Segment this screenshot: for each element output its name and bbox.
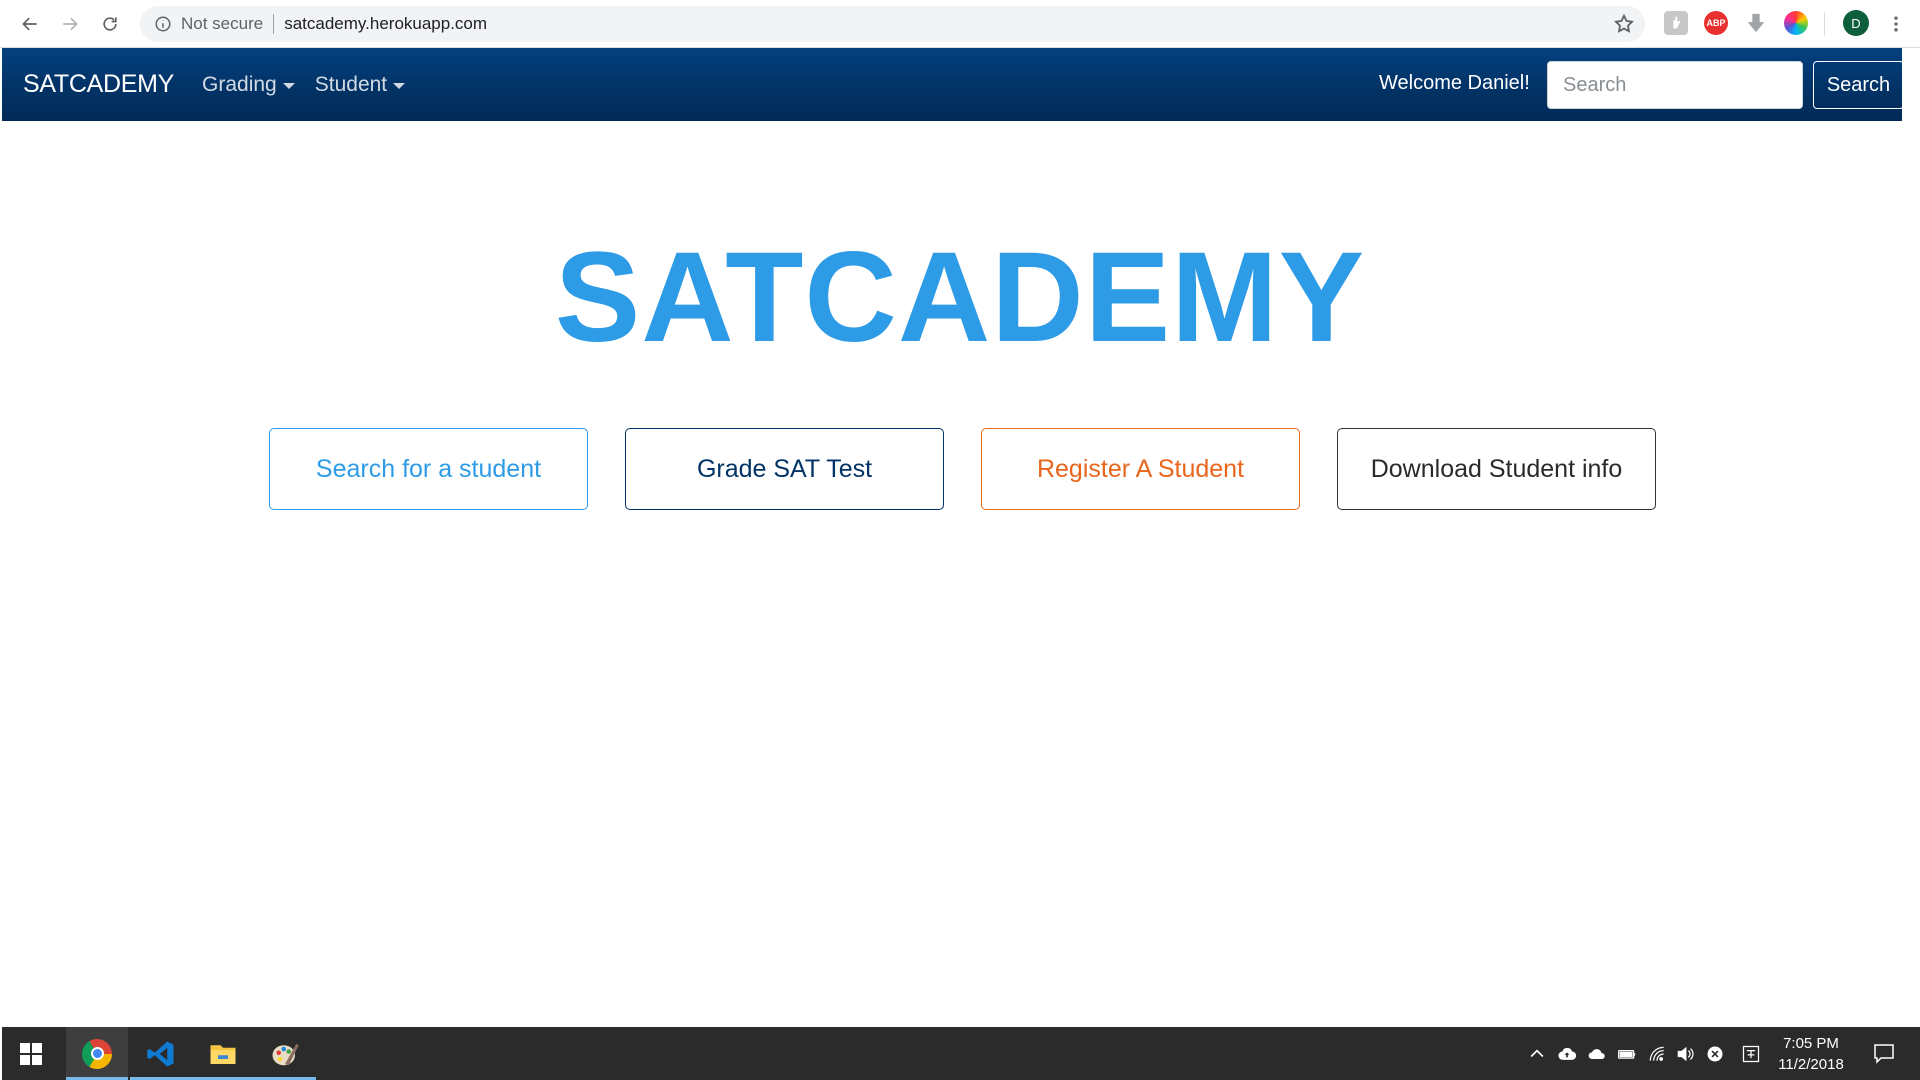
color-picker-extension-icon[interactable] xyxy=(1784,11,1808,35)
grading-dropdown[interactable]: Grading xyxy=(202,73,295,97)
notification-center-button[interactable] xyxy=(1872,1041,1896,1065)
download-student-info-button[interactable]: Download Student info xyxy=(1337,428,1656,510)
browser-menu-icon[interactable] xyxy=(1884,10,1908,38)
browser-toolbar: Not secure satcademy.herokuapp.com ABP D xyxy=(0,0,1920,48)
hero-title: SATCADEMY xyxy=(554,226,1366,369)
show-hidden-icons-button[interactable] xyxy=(1524,1027,1550,1080)
site-navbar: SATCADEMY Grading Student Welcome Daniel… xyxy=(2,48,1904,121)
volume-icon xyxy=(1677,1046,1694,1061)
paint-taskbar-button[interactable] xyxy=(254,1027,316,1080)
navbar-search-button[interactable]: Search xyxy=(1813,61,1904,109)
vscode-icon xyxy=(147,1041,174,1066)
caret-down-icon xyxy=(393,82,406,89)
battery-icon xyxy=(1618,1049,1636,1059)
more-vertical-icon xyxy=(1894,16,1898,32)
extension-icon[interactable] xyxy=(1664,11,1688,35)
battery-tray[interactable] xyxy=(1614,1027,1640,1080)
welcome-message: Welcome Daniel! xyxy=(1379,72,1530,94)
arrow-down-icon xyxy=(1747,13,1765,33)
cloud-upload-icon xyxy=(1558,1047,1577,1060)
reload-icon xyxy=(103,16,117,31)
onedrive-tray[interactable] xyxy=(1584,1027,1610,1080)
caret-down-icon xyxy=(282,82,295,89)
reload-button[interactable] xyxy=(90,4,130,44)
taskbar-clock[interactable]: 7:05 PM 11/2/2018 xyxy=(1768,1033,1854,1075)
grade-sat-test-button[interactable]: Grade SAT Test xyxy=(625,428,944,510)
address-bar[interactable]: Not secure satcademy.herokuapp.com xyxy=(140,6,1645,42)
arrow-right-icon xyxy=(63,17,78,30)
navbar-search-input[interactable] xyxy=(1547,61,1803,109)
register-student-button[interactable]: Register A Student xyxy=(981,428,1300,510)
paint-icon xyxy=(272,1043,299,1065)
keyboard-icon xyxy=(1742,1045,1760,1062)
input-method-tray[interactable] xyxy=(1738,1027,1764,1080)
back-button[interactable] xyxy=(10,4,50,44)
file-explorer-icon xyxy=(210,1044,236,1064)
student-dropdown-label: Student xyxy=(314,72,388,96)
chevron-up-icon xyxy=(1530,1048,1544,1057)
hand-icon xyxy=(1673,16,1681,29)
clock-time: 7:05 PM xyxy=(1783,1035,1839,1052)
windows-taskbar: 7:05 PM 11/2/2018 xyxy=(2,1027,1920,1080)
wifi-icon xyxy=(1649,1046,1664,1061)
notification-icon xyxy=(1874,1044,1894,1064)
info-icon[interactable] xyxy=(154,15,172,33)
chrome-icon xyxy=(82,1038,112,1069)
error-tray[interactable] xyxy=(1702,1027,1728,1080)
toolbar-divider xyxy=(1824,12,1825,36)
file-explorer-taskbar-button[interactable] xyxy=(192,1027,254,1080)
bookmark-star-icon[interactable] xyxy=(1613,13,1635,35)
wifi-tray[interactable] xyxy=(1644,1027,1670,1080)
download-extension-icon[interactable] xyxy=(1744,11,1768,35)
chrome-taskbar-button[interactable] xyxy=(66,1027,128,1080)
address-separator xyxy=(273,14,275,34)
security-label: Not secure xyxy=(181,14,264,33)
adblock-extension-icon[interactable]: ABP xyxy=(1704,11,1728,35)
arrow-left-icon xyxy=(22,17,37,30)
vscode-taskbar-button[interactable] xyxy=(130,1027,192,1080)
grading-dropdown-label: Grading xyxy=(202,72,277,96)
navbar-brand[interactable]: SATCADEMY xyxy=(23,70,174,99)
profile-avatar[interactable]: D xyxy=(1843,10,1869,36)
url-text[interactable]: satcademy.herokuapp.com xyxy=(284,14,487,34)
close-circle-icon xyxy=(1707,1046,1723,1061)
forward-button[interactable] xyxy=(50,4,90,44)
cloud-icon xyxy=(1588,1048,1605,1059)
cloud-upload-tray[interactable] xyxy=(1554,1027,1580,1080)
clock-date: 11/2/2018 xyxy=(1778,1056,1844,1073)
search-student-button[interactable]: Search for a student xyxy=(269,428,588,510)
windows-start-icon[interactable] xyxy=(20,1043,42,1065)
volume-tray[interactable] xyxy=(1672,1027,1698,1080)
student-dropdown[interactable]: Student xyxy=(314,72,406,97)
